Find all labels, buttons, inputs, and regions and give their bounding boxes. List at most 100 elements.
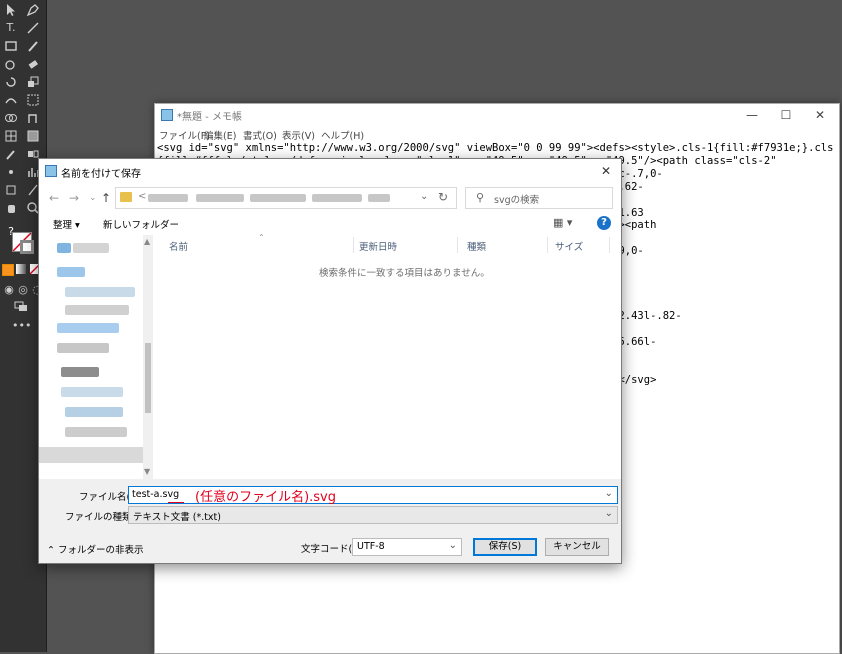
eraser-icon[interactable]	[24, 56, 42, 72]
nav-tree-item[interactable]	[65, 287, 135, 297]
address-path-prefix: <	[138, 191, 147, 202]
scroll-up-icon[interactable]: ▲	[144, 237, 150, 246]
nav-tree-item-selected[interactable]	[39, 447, 143, 463]
nav-tree-item[interactable]	[61, 367, 99, 377]
file-list-pane[interactable]: 名前 ⌃ 更新日時 種類 サイズ 検索条件に一致する項目はありません。	[155, 233, 621, 479]
search-icon: ⚲	[476, 191, 485, 204]
file-name-dropdown-chevron-icon[interactable]: ⌄	[605, 488, 613, 499]
color-mode-icon[interactable]	[2, 264, 14, 276]
notepad-app-icon	[45, 165, 57, 177]
shape-builder-icon[interactable]	[2, 110, 20, 126]
encoding-select[interactable]: UTF-8 ⌄	[352, 538, 462, 556]
chevron-up-icon: ⌃	[47, 545, 55, 556]
save-button[interactable]: 保存(S)	[473, 538, 537, 556]
hand-icon[interactable]	[2, 200, 20, 216]
view-options-icon[interactable]: ▦ ▾	[553, 216, 572, 229]
column-header-size[interactable]: サイズ	[555, 239, 583, 253]
nav-tree-item[interactable]	[73, 243, 109, 253]
encoding-dropdown-chevron-icon[interactable]: ⌄	[449, 540, 457, 551]
artboard-icon[interactable]	[2, 182, 20, 198]
nav-tree-item[interactable]	[65, 305, 129, 315]
free-transform-icon[interactable]	[24, 92, 42, 108]
menu-help[interactable]: ヘルプ(H)	[321, 128, 364, 142]
nav-tree-item[interactable]	[57, 243, 71, 253]
column-header-date[interactable]: 更新日時	[359, 239, 397, 253]
column-separator[interactable]	[353, 237, 354, 253]
notepad-title: *無題 - メモ帳	[177, 112, 242, 123]
eyedropper-icon[interactable]	[2, 146, 20, 162]
stroke-swatch[interactable]	[20, 240, 34, 254]
gradient-icon[interactable]	[24, 128, 42, 144]
more-tools-icon[interactable]: •••	[12, 318, 31, 334]
command-bar: 整理 ▾ 新しいフォルダー ▦ ▾ ?	[39, 213, 621, 236]
file-name-value: test-a.svg	[132, 489, 180, 500]
menu-view[interactable]: 表示(V)	[282, 128, 315, 142]
type-icon[interactable]: T.	[2, 20, 20, 36]
nav-scrollbar-thumb[interactable]	[145, 343, 151, 413]
menu-file[interactable]: ファイル(F)	[159, 128, 210, 142]
file-type-value: テキスト文書 (*.txt)	[133, 512, 221, 523]
column-header-name[interactable]: 名前	[169, 239, 188, 253]
warp-icon[interactable]	[2, 92, 20, 108]
empty-results-message: 検索条件に一致する項目はありません。	[319, 268, 490, 279]
back-arrow-icon[interactable]: ←	[49, 191, 59, 205]
file-type-select[interactable]: テキスト文書 (*.txt) ⌄	[128, 506, 618, 524]
nav-tree-item[interactable]	[61, 387, 123, 397]
refresh-icon[interactable]: ↻	[438, 190, 448, 204]
direct-select-icon[interactable]	[2, 2, 20, 18]
nav-tree-item[interactable]	[65, 427, 127, 437]
navigation-pane[interactable]	[39, 235, 156, 479]
hide-folders-toggle[interactable]: ⌃ フォルダーの非表示	[47, 542, 144, 556]
sort-ascending-icon: ⌃	[258, 233, 265, 242]
search-input[interactable]: ⚲ svgの検索	[465, 187, 613, 209]
notepad-text-line: <svg id="svg" xmlns="http://www.w3.org/2…	[157, 142, 833, 154]
screen-mode-icon[interactable]	[12, 298, 30, 314]
filename-annotation: (任意のファイル名).svg	[195, 490, 336, 505]
maximize-icon[interactable]: ☐	[769, 104, 803, 126]
help-icon[interactable]: ?	[597, 216, 611, 230]
address-blurred-segment	[368, 194, 390, 202]
rotate-icon[interactable]	[2, 74, 20, 90]
menu-format[interactable]: 書式(O)	[243, 128, 277, 142]
up-arrow-icon[interactable]: ↑	[101, 191, 111, 205]
address-blurred-segment	[312, 194, 362, 202]
forward-arrow-icon[interactable]: →	[69, 191, 79, 205]
new-folder-button[interactable]: 新しいフォルダー	[103, 217, 179, 231]
address-blurred-segment	[196, 194, 244, 202]
hide-folders-label: フォルダーの非表示	[58, 545, 144, 556]
column-header-type[interactable]: 種類	[467, 239, 486, 253]
file-type-dropdown-chevron-icon[interactable]: ⌄	[605, 508, 613, 519]
scale-icon[interactable]	[24, 74, 42, 90]
navigation-bar: ← → ⌄ ↑ < ⌄ ↻ ⚲ svgの検索	[39, 183, 621, 213]
encoding-value: UTF-8	[357, 541, 385, 552]
pen-icon[interactable]	[24, 2, 42, 18]
brush-icon[interactable]	[24, 38, 42, 54]
shaper-icon[interactable]	[2, 56, 20, 72]
perspective-grid-icon[interactable]	[2, 128, 20, 144]
recent-locations-chevron-icon[interactable]: ⌄	[89, 193, 97, 203]
nav-tree-item[interactable]	[57, 323, 119, 333]
column-separator[interactable]	[457, 237, 458, 253]
minimize-icon[interactable]: —	[735, 104, 769, 126]
file-name-input[interactable]: test-a.svg (任意のファイル名).svg ⌄	[128, 486, 618, 505]
dialog-close-icon[interactable]: ✕	[591, 159, 621, 183]
live-paint-icon[interactable]	[24, 110, 42, 126]
organize-button[interactable]: 整理 ▾	[53, 217, 80, 231]
save-form: ファイル名(N): test-a.svg (任意のファイル名).svg ⌄ ファ…	[39, 479, 621, 563]
folder-icon	[120, 192, 132, 202]
address-bar[interactable]: < ⌄ ↻	[115, 187, 457, 209]
close-icon[interactable]: ✕	[803, 104, 837, 126]
line-icon[interactable]	[24, 20, 42, 36]
scroll-down-icon[interactable]: ▼	[144, 467, 150, 476]
symbol-sprayer-icon[interactable]	[2, 164, 20, 180]
menu-edit[interactable]: 編集(E)	[204, 128, 236, 142]
column-separator[interactable]	[609, 237, 610, 253]
nav-tree-item[interactable]	[65, 407, 123, 417]
address-dropdown-chevron-icon[interactable]: ⌄	[420, 191, 428, 202]
rectangle-icon[interactable]	[2, 38, 20, 54]
column-separator[interactable]	[547, 237, 548, 253]
nav-tree-item[interactable]	[57, 343, 109, 353]
nav-tree-item[interactable]	[57, 267, 85, 277]
gradient-mode-icon[interactable]	[16, 264, 26, 274]
cancel-button[interactable]: キャンセル	[545, 538, 609, 556]
